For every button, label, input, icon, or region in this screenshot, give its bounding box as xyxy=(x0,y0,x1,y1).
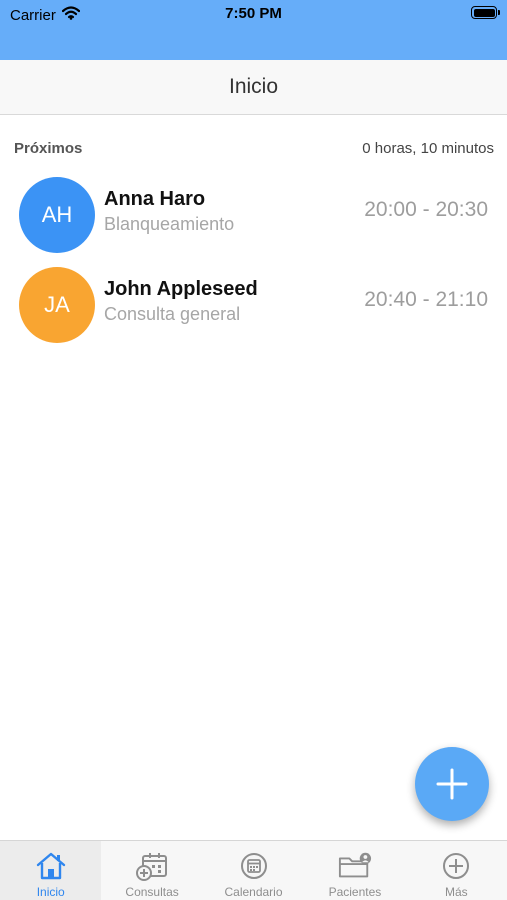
tab-bar: Inicio Consultas Calendario Pacientes Má… xyxy=(0,840,507,900)
status-bar: Carrier 7:50 PM xyxy=(0,0,507,60)
patients-folder-icon xyxy=(338,850,372,882)
treatment-label: Blanqueamiento xyxy=(104,214,235,234)
patient-name: Anna Haro xyxy=(104,188,206,210)
tab-label: Consultas xyxy=(125,885,179,899)
avatar: AH xyxy=(19,177,95,253)
add-appointment-button[interactable] xyxy=(415,747,489,821)
tab-mas[interactable]: Más xyxy=(406,841,507,900)
patient-name: John Appleseed xyxy=(104,278,258,300)
home-icon xyxy=(34,850,68,882)
time-remaining: 0 horas, 10 minutos xyxy=(362,140,494,157)
appointment-row[interactable]: AH Anna Haro Blanqueamiento 20:00 - 20:3… xyxy=(0,170,507,260)
page-title: Inicio xyxy=(228,75,279,98)
tab-label: Más xyxy=(444,885,468,899)
tab-consultas[interactable]: Consultas xyxy=(101,841,202,900)
battery-icon xyxy=(471,6,500,19)
plus-icon xyxy=(436,768,468,800)
tab-label: Pacientes xyxy=(328,885,382,899)
appointment-time: 20:40 - 21:10 xyxy=(364,288,488,311)
tab-label: Calendario xyxy=(224,885,283,899)
calendar-add-icon xyxy=(135,850,169,882)
calendar-icon xyxy=(237,850,271,882)
tab-pacientes[interactable]: Pacientes xyxy=(304,841,405,900)
plus-circle-icon xyxy=(439,850,473,882)
status-time: 7:50 PM xyxy=(225,5,282,22)
treatment-label: Consulta general xyxy=(104,304,241,324)
appointment-time: 20:00 - 20:30 xyxy=(364,198,488,221)
section-header: Próximos 0 horas, 10 minutos xyxy=(0,138,507,160)
tab-inicio[interactable]: Inicio xyxy=(0,841,102,900)
tab-label: Inicio xyxy=(36,885,65,899)
section-title: Próximos xyxy=(14,140,83,157)
avatar: JA xyxy=(19,267,95,343)
navigation-bar: Inicio xyxy=(0,60,507,115)
appointment-row[interactable]: JA John Appleseed Consulta general 20:40… xyxy=(0,260,507,350)
tab-calendario[interactable]: Calendario xyxy=(203,841,304,900)
